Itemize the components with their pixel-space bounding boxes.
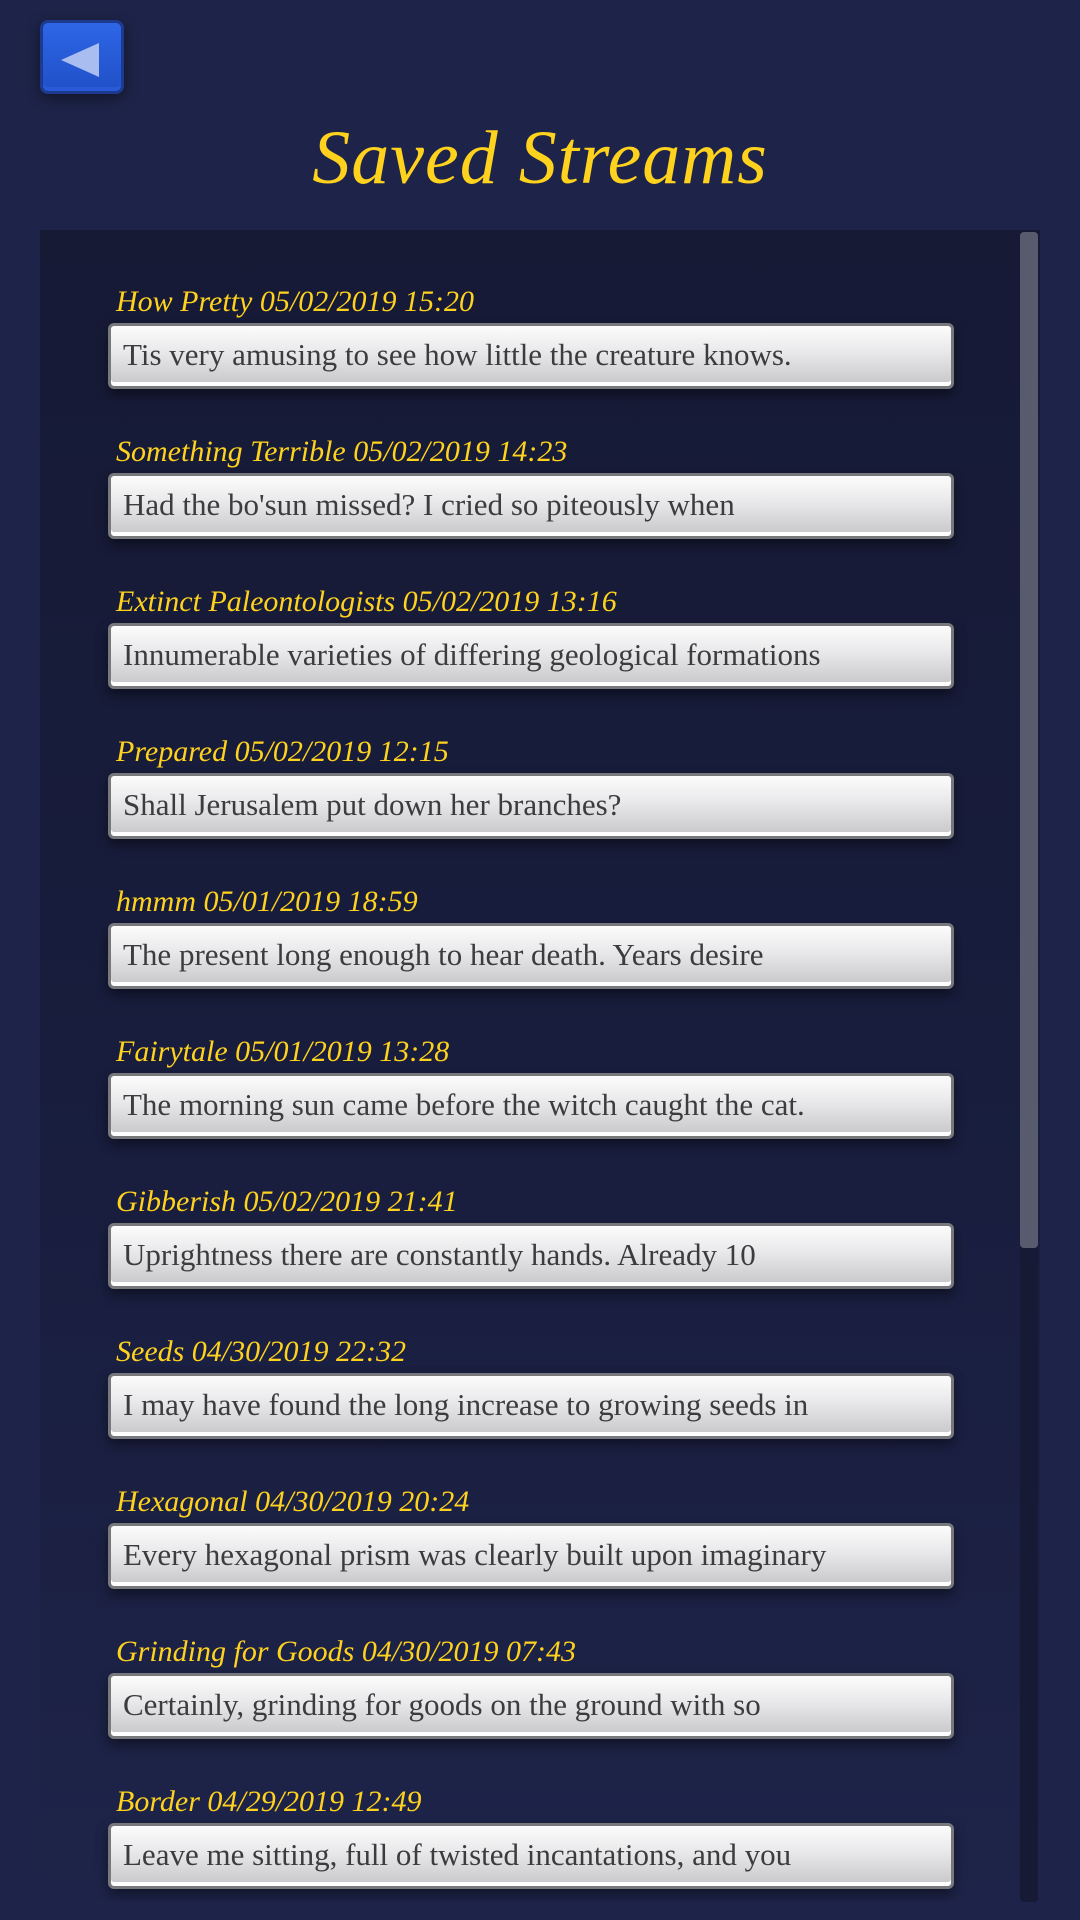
back-triangle-icon [61, 43, 99, 77]
stream-title-date: Grinding for Goods 04/30/2019 07:43 [116, 1635, 577, 1668]
stream-preview-button[interactable]: Innumerable varieties of differing geolo… [108, 623, 954, 689]
stream-title-date: Extinct Paleontologists 05/02/2019 13:16 [116, 585, 617, 618]
stream-list-item[interactable]: Fairytale 05/01/2019 13:28 The morning su… [108, 1034, 954, 1139]
stream-title-date: hmmm 05/01/2019 18:59 [116, 885, 418, 918]
stream-title-date: Prepared 05/02/2019 12:15 [116, 735, 449, 768]
stream-list-item[interactable]: hmmm 05/01/2019 18:59 The present long en… [108, 884, 954, 989]
stream-preview-button[interactable]: Leave me sitting, full of twisted incant… [108, 1823, 954, 1889]
stream-preview-button[interactable]: Every hexagonal prism was clearly built … [108, 1523, 954, 1589]
stream-preview-button[interactable]: Had the bo'sun missed? I cried so piteou… [108, 473, 954, 539]
stream-title-date: Seeds 04/30/2019 22:32 [116, 1335, 406, 1368]
stream-list-item[interactable]: Gibberish 05/02/2019 21:41 Uprightness th… [108, 1184, 954, 1289]
stream-list-item[interactable]: How Pretty 05/02/2019 15:20 Tis very amus… [108, 284, 954, 389]
saved-streams-list: How Pretty 05/02/2019 15:20 Tis very amus… [40, 230, 1040, 1902]
stream-title-date: Something Terrible 05/02/2019 14:23 [116, 435, 568, 468]
stream-preview-button[interactable]: Tis very amusing to see how little the c… [108, 323, 954, 389]
scrollbar-thumb[interactable] [1020, 232, 1038, 1248]
back-button[interactable] [40, 20, 124, 94]
stream-list-item[interactable]: Seeds 04/30/2019 22:32 I may have found t… [108, 1334, 954, 1439]
stream-preview-button[interactable]: Certainly, grinding for goods on the gro… [108, 1673, 954, 1739]
stream-preview-button[interactable]: Shall Jerusalem put down her branches? [108, 773, 954, 839]
stream-list-item[interactable]: Grinding for Goods 04/30/2019 07:43 Certa… [108, 1634, 954, 1739]
stream-list-item[interactable]: Extinct Paleontologists 05/02/2019 13:16… [108, 584, 954, 689]
stream-title-date: Fairytale 05/01/2019 13:28 [116, 1035, 450, 1068]
stream-preview-button[interactable]: The morning sun came before the witch ca… [108, 1073, 954, 1139]
stream-list-item[interactable]: Border 04/29/2019 12:49 Leave me sitting,… [108, 1784, 954, 1889]
stream-preview-button[interactable]: I may have found the long increase to gr… [108, 1373, 954, 1439]
stream-title-date: Gibberish 05/02/2019 21:41 [116, 1185, 458, 1218]
stream-title-date: Hexagonal 04/30/2019 20:24 [116, 1485, 470, 1518]
stream-preview-button[interactable]: The present long enough to hear death. Y… [108, 923, 954, 989]
stream-title-date: Border 04/29/2019 12:49 [116, 1785, 422, 1818]
page-title: Saved Streams [312, 116, 768, 200]
stream-preview-button[interactable]: Uprightness there are constantly hands. … [108, 1223, 954, 1289]
stream-list-item[interactable]: Prepared 05/02/2019 12:15 Shall Jerusalem… [108, 734, 954, 839]
scrollbar-track[interactable] [1020, 230, 1038, 1902]
stream-list-item[interactable]: Something Terrible 05/02/2019 14:23 Had t… [108, 434, 954, 539]
stream-title-date: How Pretty 05/02/2019 15:20 [116, 285, 475, 318]
stream-list-item[interactable]: Hexagonal 04/30/2019 20:24 Every hexagona… [108, 1484, 954, 1589]
